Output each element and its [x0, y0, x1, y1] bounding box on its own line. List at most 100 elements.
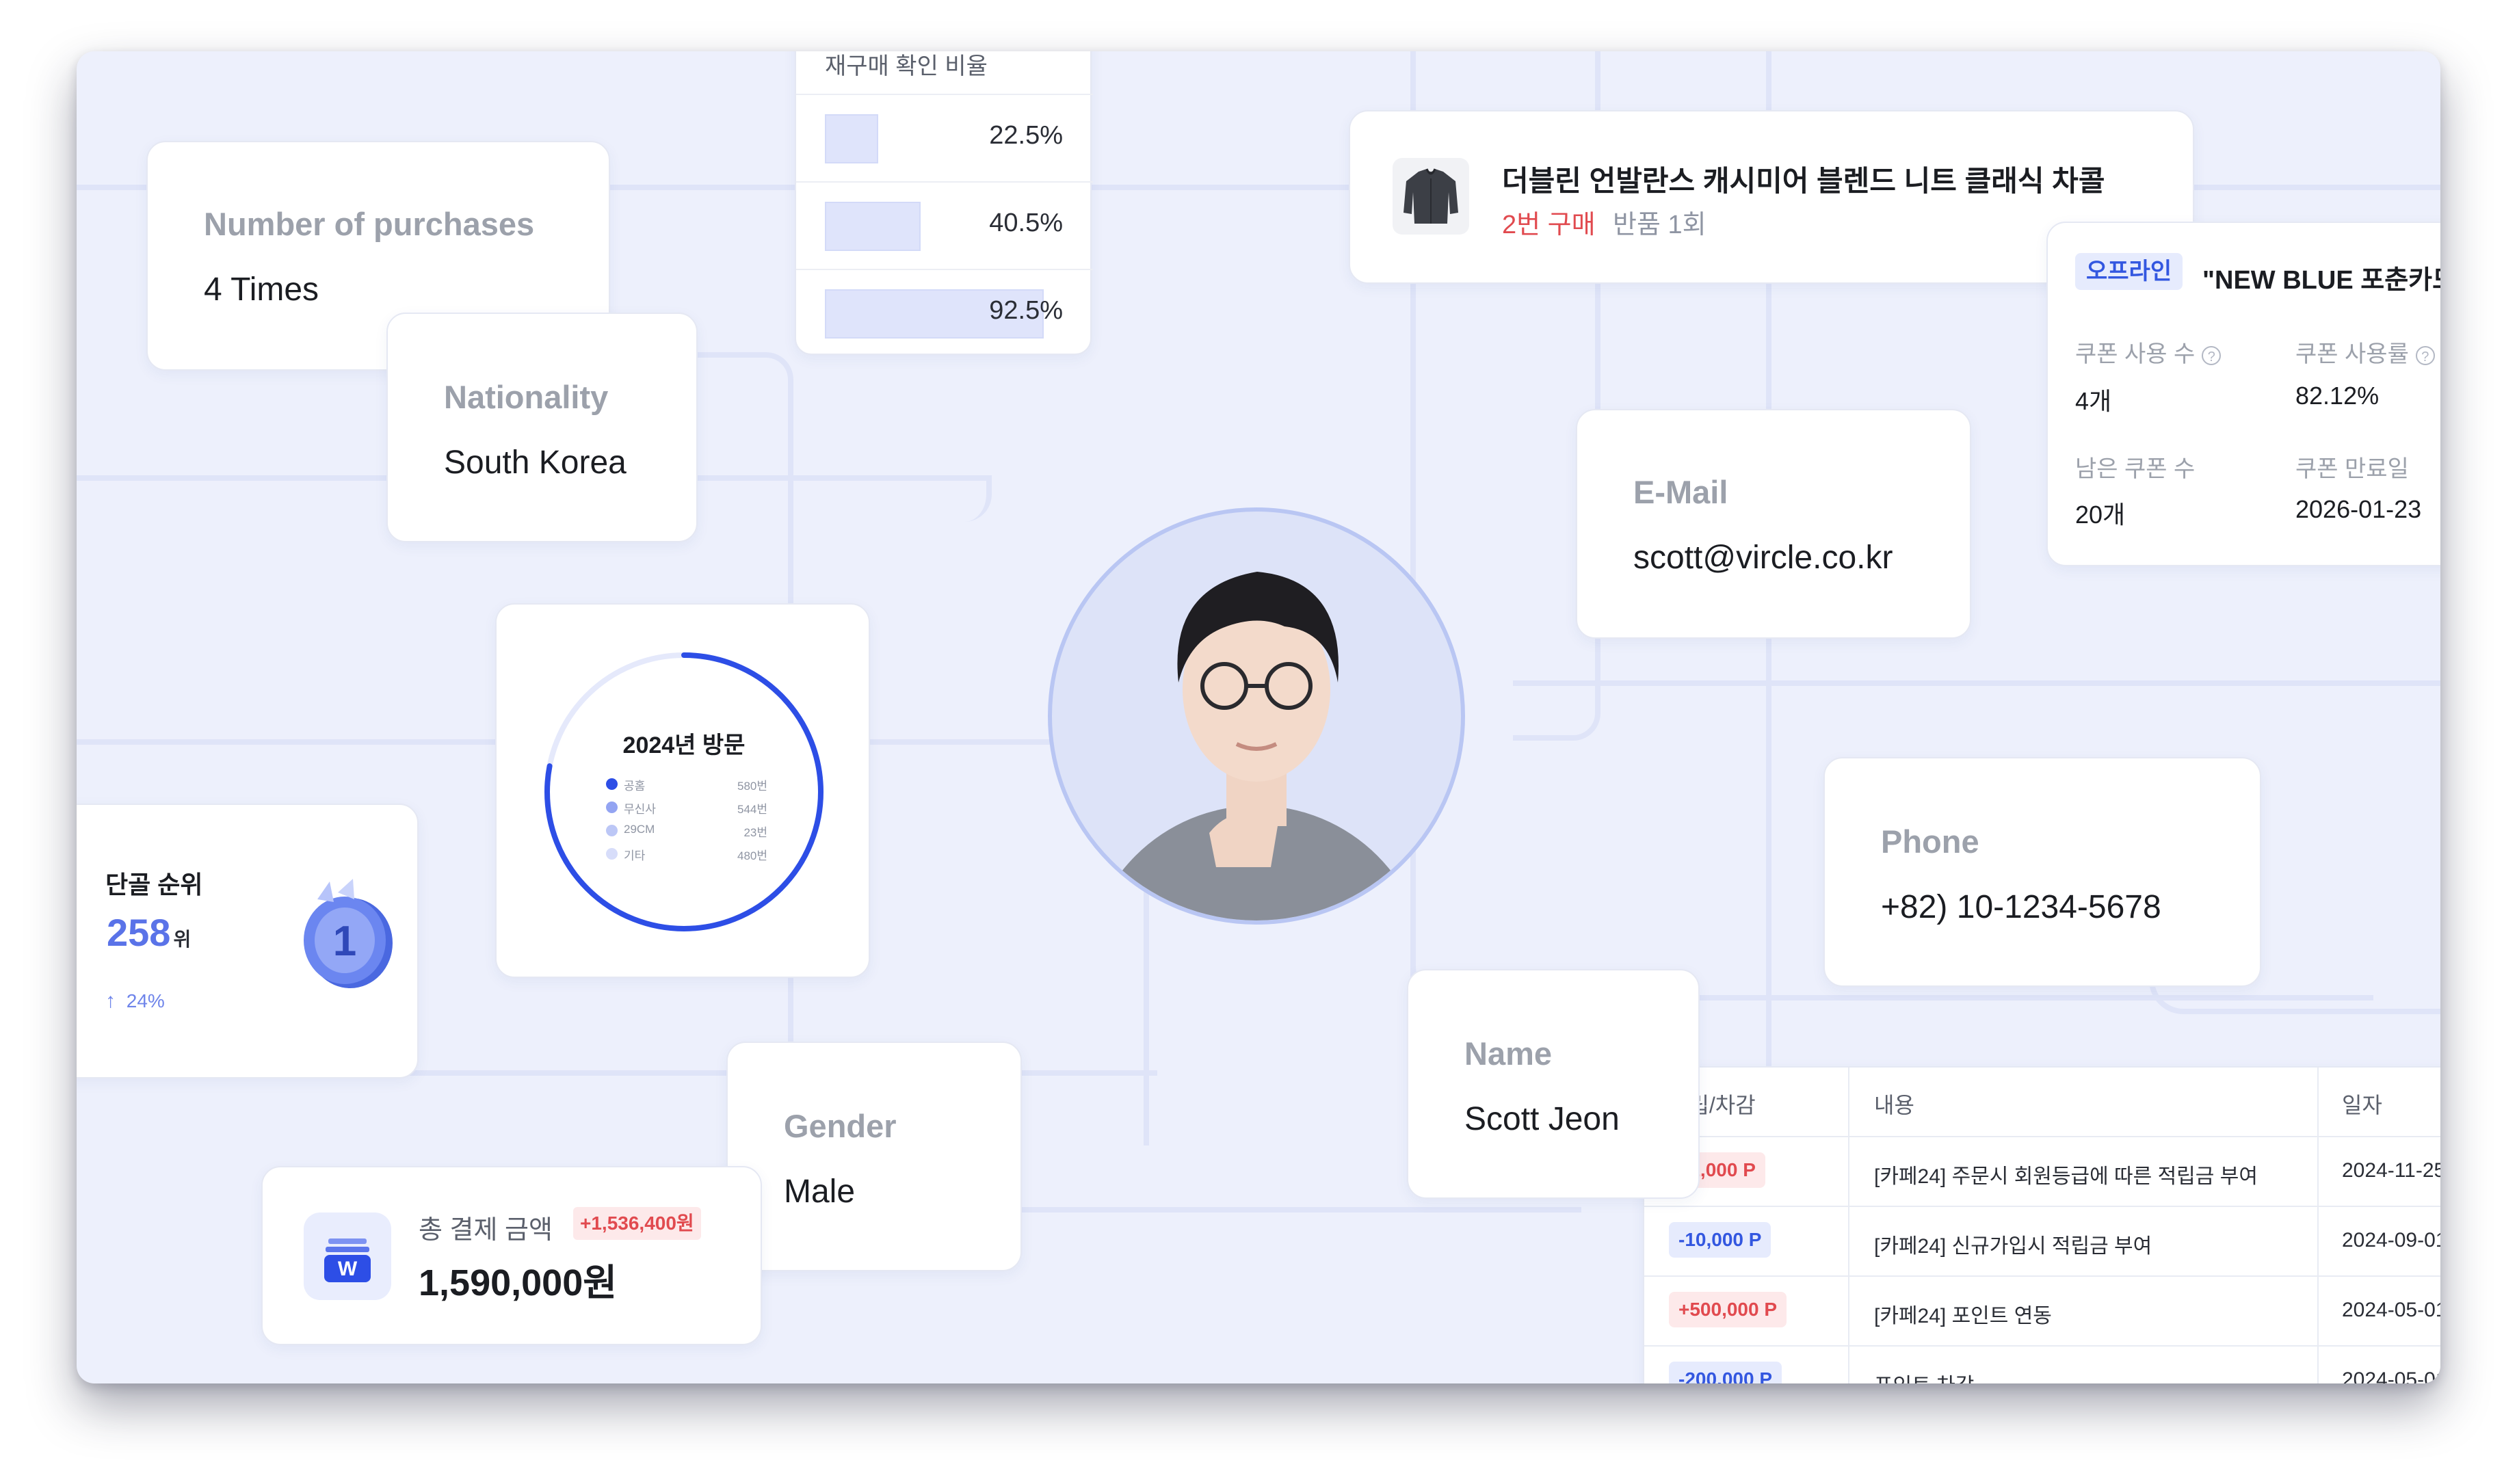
points-date: 2024-05-01 [2342, 1299, 2440, 1321]
ratio-value: 40.5% [989, 209, 1063, 237]
table-row[interactable]: -200,000 P 포인트 차감 2024-05-01 [1644, 1345, 2440, 1383]
medal-number: 1 [332, 918, 357, 965]
ratio-bars-header: 재구매 확인 비율 [825, 53, 988, 79]
table-row[interactable]: +1,000 P [카페24] 주문시 회원등급에 따른 적립금 부여 2024-1… [1644, 1136, 2440, 1207]
ratio-row: 92.5% [796, 269, 1093, 358]
coupon-card: 오프라인 "NEW BLUE 포춘카드" 쿠폰 사용 수? 4개 쿠폰 사용률?… [2046, 222, 2440, 566]
wallet-icon: W [304, 1213, 391, 1300]
email-card: E-Mail scott@vircle.co.kr [1576, 409, 1971, 639]
points-table: 적립/차감 내용 일자 +1,000 P [카페24] 주문시 회원등급에 따른 … [1643, 1066, 2440, 1383]
points-description: [카페24] 신규가입시 적립금 부여 [1874, 1235, 2152, 1258]
ratio-bars-card: 재구매 확인 비율 22.5% 40.5% 92.5% [795, 51, 1093, 358]
points-description: [카페24] 주문시 회원등급에 따른 적립금 부여 [1874, 1165, 2258, 1188]
table-row[interactable]: -10,000 P [카페24] 신규가입시 적립금 부여 2024-09-01 [1644, 1206, 2440, 1277]
name-label: Name [1464, 1035, 1553, 1072]
ratio-bar [825, 114, 878, 163]
ratio-bar [825, 202, 921, 251]
coupon-expiry-value: 2026-01-23 [2295, 495, 2422, 523]
col-desc-header: 내용 [1874, 1093, 1914, 1117]
nationality-card: Nationality South Korea [386, 313, 698, 542]
coupon-rate-label-text: 쿠폰 사용률 [2295, 341, 2409, 367]
gender-value: Male [784, 1174, 856, 1210]
ratio-value: 92.5% [989, 296, 1063, 325]
payment-card: W 총 결제 금액 +1,536,400원 1,590,000원 [261, 1166, 762, 1345]
points-date: 2024-05-01 [2342, 1368, 2440, 1383]
phone-card: Phone +82) 10-1234-5678 [1823, 757, 2261, 987]
legend-value: 23번 [743, 826, 767, 839]
table-row[interactable]: +500,000 P [카페24] 포인트 연동 2024-05-01 [1644, 1275, 2440, 1347]
name-card: Name Scott Jeon [1407, 969, 1700, 1199]
phone-label: Phone [1881, 823, 1979, 860]
name-value: Scott Jeon [1464, 1101, 1620, 1137]
nationality-label: Nationality [444, 379, 609, 415]
rank-change: ↑ 24% [105, 990, 165, 1013]
product-purchase-count: 2번 구매 [1502, 211, 1596, 239]
phone-value: +82) 10-1234-5678 [1881, 889, 2161, 925]
col-date-header: 일자 [2342, 1093, 2382, 1117]
legend-name: 무신사 [624, 803, 656, 816]
coupon-rate-value: 82.12% [2295, 382, 2380, 410]
visits-legend-item: 무신사 544번 [606, 797, 767, 818]
coupon-remaining-label: 남은 쿠폰 수 [2075, 456, 2196, 482]
legend-value: 580번 [737, 780, 767, 793]
purchases-value: 4 Times [204, 271, 319, 308]
legend-dot [606, 778, 618, 790]
points-table-header: 적립/차감 내용 일자 [1644, 1068, 2440, 1137]
product-name: 더블린 언발란스 캐시미어 블렌드 니트 클래식 차콜 [1502, 165, 2105, 197]
legend-name: 기타 [624, 849, 646, 862]
email-value: scott@vircle.co.kr [1633, 540, 1893, 576]
points-amount-badge: -200,000 P [1669, 1362, 1782, 1383]
ratio-value: 22.5% [989, 121, 1063, 150]
coupon-title: "NEW BLUE 포춘카드" [2202, 266, 2440, 295]
visits-card: 2024년 방문 공홈 580번무신사 544번 29CM 23번기타 480번 [495, 603, 870, 978]
product-return-count: 반품 1회 [1613, 211, 1706, 239]
gender-label: Gender [784, 1108, 897, 1144]
coupon-used-label: 쿠폰 사용 수? [2075, 335, 2222, 369]
rank-label: 단골 순위 [105, 871, 203, 899]
coupon-expiry-label: 쿠폰 만료일 [2295, 456, 2409, 482]
purchases-label: Number of purchases [204, 206, 535, 242]
wallet-letter: W [337, 1258, 358, 1280]
visits-legend-item: 기타 480번 [606, 844, 767, 864]
arrow-up-icon: ↑ [105, 990, 116, 1012]
rank-card: 단골 순위 258 위 ↑ 24% 1 [77, 804, 419, 1078]
coupon-badge: 오프라인 [2075, 253, 2183, 290]
visits-legend-item: 29CM 23번 [606, 821, 767, 841]
coupon-rate-label: 쿠폰 사용률? [2295, 335, 2435, 369]
rank-change-value: 24% [126, 990, 165, 1011]
legend-name: 공홈 [624, 780, 646, 793]
app-window: Number of purchases 4 Times Nationality … [77, 51, 2440, 1383]
points-date: 2024-11-25 [2342, 1159, 2440, 1182]
gender-card: Gender Male [726, 1042, 1022, 1271]
coupon-remaining-value: 20개 [2075, 501, 2126, 529]
help-icon[interactable]: ? [2415, 346, 2435, 366]
points-date: 2024-09-01 [2342, 1229, 2440, 1251]
payment-label: 총 결제 금액 [419, 1216, 553, 1245]
visits-legend-item: 공홈 580번 [606, 774, 767, 795]
legend-name: 29CM [624, 823, 655, 836]
points-amount-badge: -10,000 P [1669, 1222, 1771, 1258]
avatar [1048, 507, 1465, 925]
legend-dot [606, 825, 618, 836]
coupon-used-label-text: 쿠폰 사용 수 [2075, 341, 2196, 367]
help-icon[interactable]: ? [2202, 346, 2222, 366]
medal-icon: 1 [290, 872, 399, 995]
points-amount-badge: +500,000 P [1669, 1292, 1787, 1327]
legend-value: 544번 [737, 803, 767, 816]
points-description: [카페24] 포인트 연동 [1874, 1305, 2052, 1327]
visits-title: 2024년 방문 [622, 732, 746, 758]
payment-delta: +1,536,400원 [573, 1207, 701, 1240]
nationality-value: South Korea [444, 445, 627, 481]
ratio-row: 22.5% [796, 94, 1093, 183]
ratio-row: 40.5% [796, 181, 1093, 270]
rank-unit: 위 [173, 929, 192, 950]
legend-dot [606, 801, 618, 813]
legend-dot [606, 848, 618, 860]
rank-value-wrap: 258 위 [107, 910, 191, 955]
legend-value: 480번 [737, 849, 767, 862]
coupon-used-value: 4개 [2075, 387, 2112, 415]
email-label: E-Mail [1633, 474, 1728, 510]
knit-sweater-icon [1393, 158, 1469, 235]
visits-legend: 공홈 580번무신사 544번 29CM 23번기타 480번 [497, 774, 871, 870]
payment-amount: 1,590,000원 [419, 1262, 617, 1303]
